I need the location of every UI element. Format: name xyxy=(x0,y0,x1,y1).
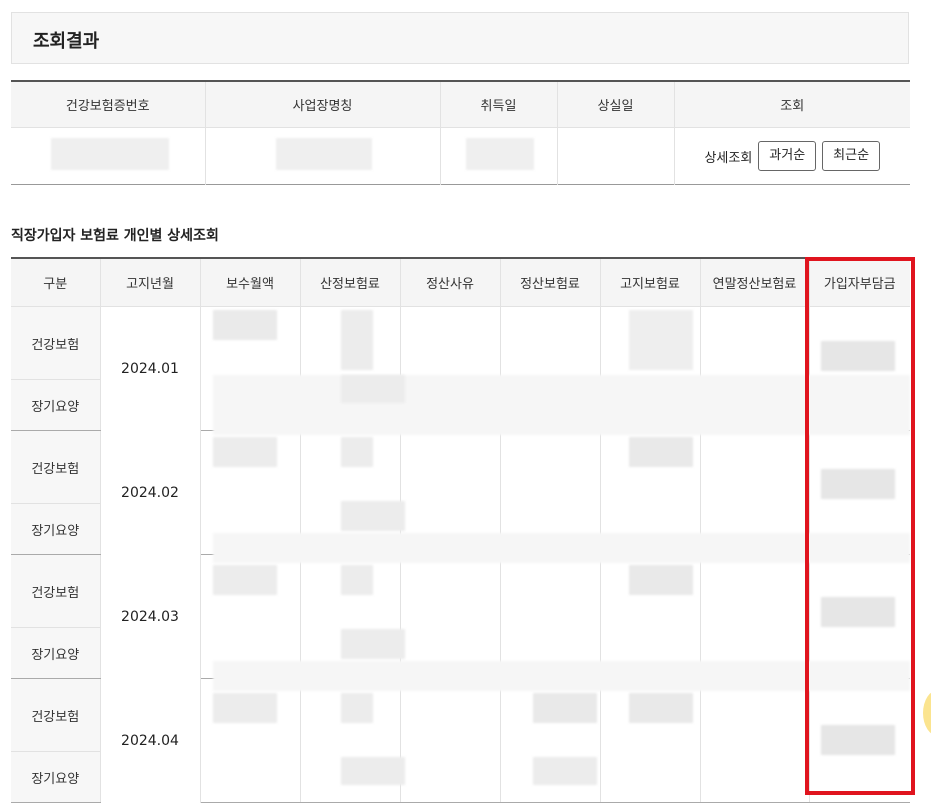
lookup-cell: 상세조회 과거순 최근순 xyxy=(674,128,910,185)
redacted-block xyxy=(51,138,169,170)
col-notice-month: 고지년월 xyxy=(100,258,200,307)
col-settlement-reason: 정산사유 xyxy=(400,258,500,307)
col-subscriber-share: 가입자부담금 xyxy=(809,258,910,307)
header-lookup: 조회 xyxy=(674,81,910,128)
summary-table: 건강보험증번호 사업장명칭 취득일 상실일 조회 상세조회 과거순 최근순 xyxy=(11,80,910,185)
row-type: 건강보험 xyxy=(11,679,100,752)
row-type: 건강보험 xyxy=(11,555,100,628)
row-type: 장기요양 xyxy=(11,380,100,431)
col-monthly-salary: 보수월액 xyxy=(200,258,300,307)
col-year-end-premium: 연말정산보험료 xyxy=(700,258,809,307)
col-type: 구분 xyxy=(11,258,100,307)
header-acquired-date: 취득일 xyxy=(440,81,557,128)
col-settlement-premium: 정산보험료 xyxy=(500,258,600,307)
notice-month: 2024.04 xyxy=(100,679,200,803)
notice-month: 2024.03 xyxy=(100,555,200,679)
result-header: 조회결과 xyxy=(11,12,909,64)
notice-month: 2024.01 xyxy=(100,307,200,431)
notice-month: 2024.02 xyxy=(100,431,200,555)
lost-date-cell xyxy=(557,128,674,185)
detail-label: 상세조회 xyxy=(704,147,752,166)
workplace-name-cell xyxy=(205,128,440,185)
lookup-controls: 상세조회 과거순 최근순 xyxy=(675,141,911,171)
sort-newest-button[interactable]: 최근순 xyxy=(822,141,880,171)
result-title: 조회결과 xyxy=(33,27,99,53)
acquired-date-cell xyxy=(440,128,557,185)
cursor-indicator xyxy=(923,690,931,736)
redacted-data-area xyxy=(213,305,910,795)
card-number-cell xyxy=(11,128,205,185)
row-type: 장기요양 xyxy=(11,628,100,679)
row-type: 장기요양 xyxy=(11,504,100,555)
redacted-block xyxy=(276,138,372,170)
detail-section-title: 직장가입자 보험료 개인별 상세조회 xyxy=(11,225,219,245)
col-notice-premium: 고지보험료 xyxy=(600,258,700,307)
row-type: 건강보험 xyxy=(11,307,100,380)
col-calculated-premium: 산정보험료 xyxy=(300,258,400,307)
row-type: 장기요양 xyxy=(11,752,100,803)
header-workplace-name: 사업장명칭 xyxy=(205,81,440,128)
row-type: 건강보험 xyxy=(11,431,100,504)
header-card-number: 건강보험증번호 xyxy=(11,81,205,128)
redacted-block xyxy=(466,138,534,170)
header-lost-date: 상실일 xyxy=(557,81,674,128)
sort-oldest-button[interactable]: 과거순 xyxy=(758,141,816,171)
